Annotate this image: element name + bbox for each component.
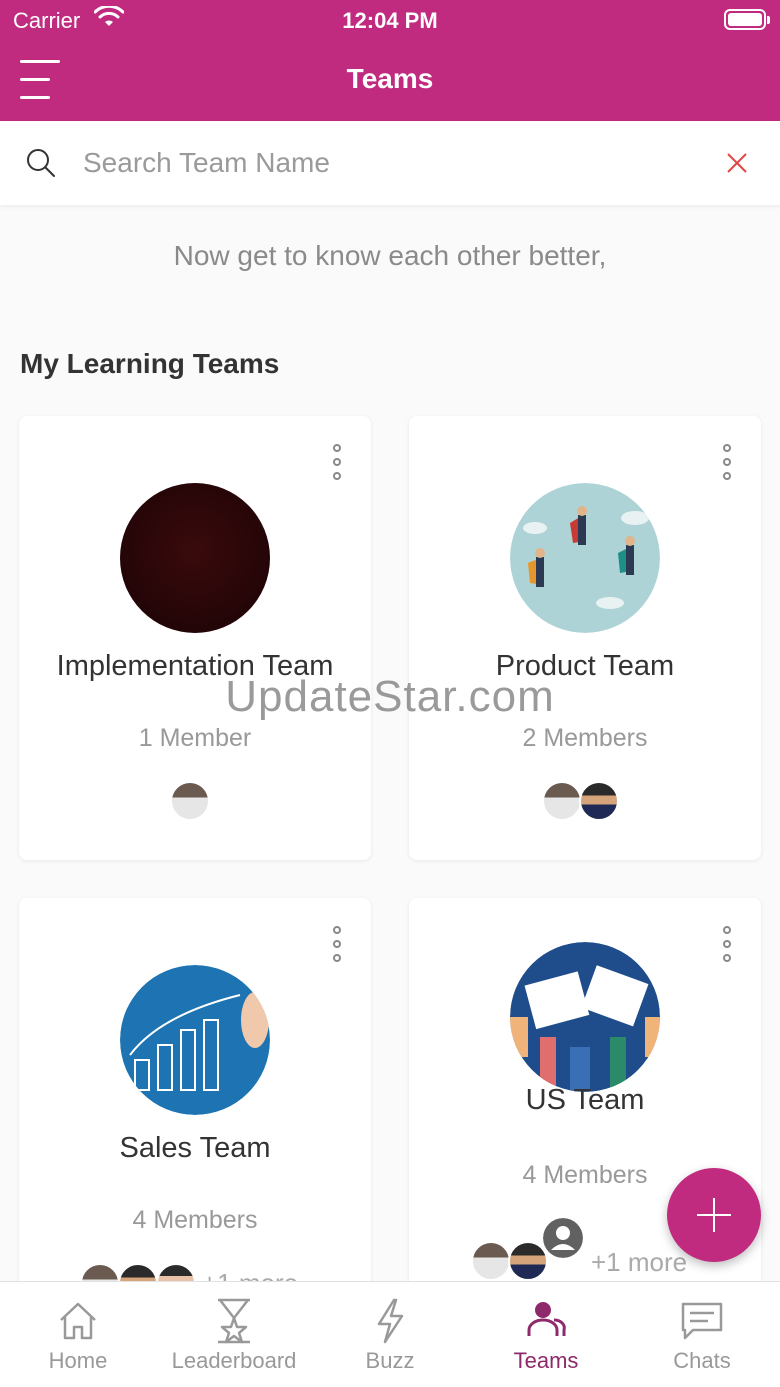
team-avatar: [510, 942, 660, 1092]
team-avatar: [120, 483, 270, 633]
more-options-icon[interactable]: [331, 926, 343, 962]
status-bar: Carrier 12:04 PM: [0, 0, 780, 40]
app-header: Carrier 12:04 PM Teams: [0, 0, 780, 121]
team-avatar: [510, 483, 660, 633]
page-title: Teams: [346, 63, 434, 94]
member-avatar: [471, 1241, 511, 1281]
tab-label: Teams: [513, 1348, 579, 1373]
clear-search-icon[interactable]: [722, 148, 752, 178]
more-options-icon[interactable]: [721, 926, 733, 962]
watermark: UpdateStar.com: [225, 672, 555, 721]
intro-text: Now get to know each other better,: [173, 240, 607, 271]
member-avatar: [170, 781, 210, 821]
home-icon: [60, 1302, 96, 1340]
tab-home[interactable]: Home: [0, 1282, 156, 1387]
people-icon: [527, 1302, 566, 1336]
member-avatar: [542, 781, 582, 821]
tab-label: Chats: [673, 1348, 731, 1373]
search-input[interactable]: [83, 141, 683, 185]
person-placeholder-icon: [543, 1218, 583, 1258]
hamburger-line: [20, 96, 50, 99]
tab-label: Buzz: [365, 1348, 415, 1373]
search-icon: [27, 149, 55, 177]
team-name: Sales Team: [119, 1132, 271, 1164]
member-avatar: [508, 1241, 548, 1281]
bolt-icon: [377, 1298, 404, 1344]
trophy-icon: [218, 1298, 250, 1344]
team-name: US Team: [525, 1084, 645, 1116]
tab-leaderboard[interactable]: Leaderboard: [156, 1282, 312, 1387]
member-count: 1 Member: [138, 724, 252, 752]
chat-icon: [681, 1302, 723, 1340]
tab-label: Home: [48, 1348, 108, 1373]
member-avatar: [579, 781, 619, 821]
tab-chats[interactable]: Chats: [624, 1282, 780, 1387]
tab-label: Leaderboard: [171, 1348, 297, 1373]
battery-tip: [767, 16, 770, 24]
team-card-sales[interactable]: Sales Team 4 Members +1 more: [19, 898, 371, 1298]
member-count: 2 Members: [522, 724, 648, 752]
clock: 12:04 PM: [342, 8, 438, 33]
more-options-icon[interactable]: [721, 444, 733, 480]
tab-buzz[interactable]: Buzz: [312, 1282, 468, 1387]
member-count: 4 Members: [132, 1206, 258, 1234]
more-members-label: +1 more: [591, 1247, 688, 1277]
section-title: My Learning Teams: [20, 348, 280, 379]
team-card-implementation[interactable]: Implementation Team 1 Member: [19, 416, 371, 860]
team-card-product[interactable]: Product Team 2 Members: [409, 416, 761, 860]
battery-icon: [724, 9, 766, 30]
more-options-icon[interactable]: [331, 444, 343, 480]
add-team-button[interactable]: [667, 1168, 761, 1262]
bottom-tab-bar: Home Leaderboard Buzz Teams Chats: [0, 1281, 780, 1387]
tab-teams[interactable]: Teams: [468, 1282, 624, 1387]
search-bar: [0, 121, 780, 205]
team-avatar: [120, 965, 270, 1115]
